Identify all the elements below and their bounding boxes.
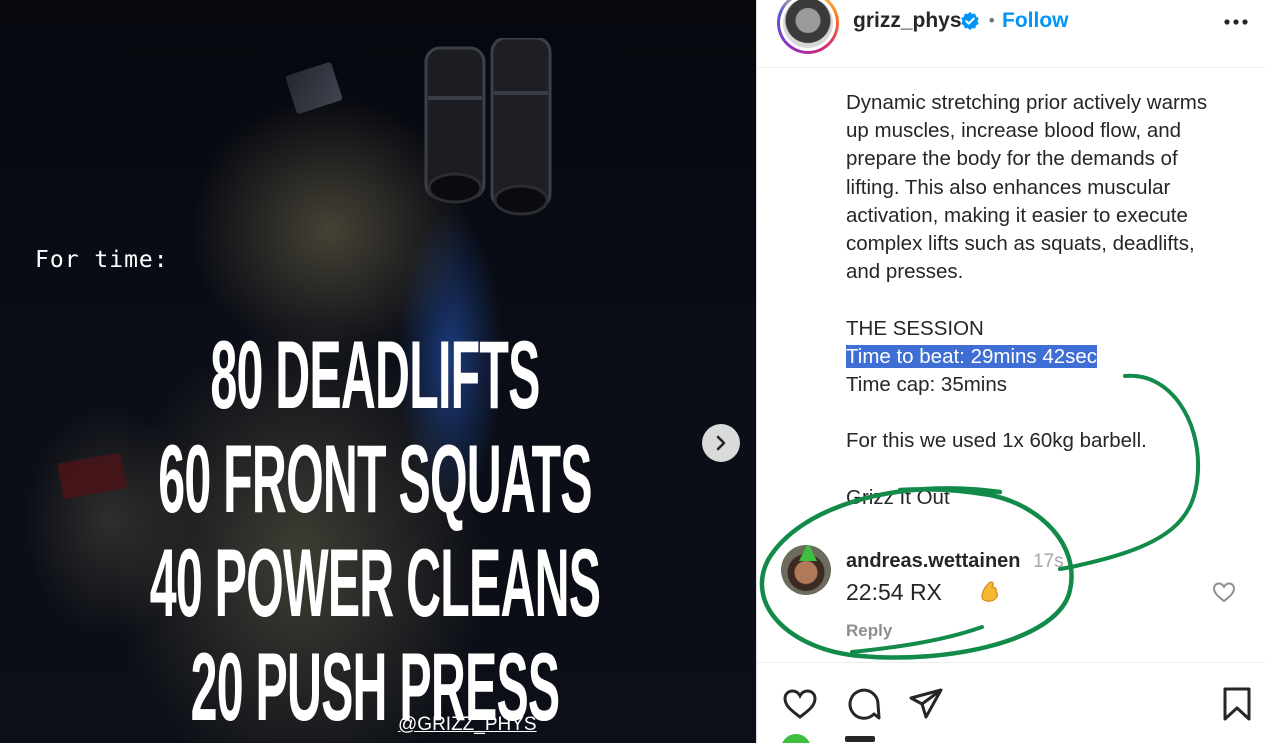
caption-line: prepare the body for the demands of: [846, 147, 1178, 171]
chevron-right-icon: [716, 435, 726, 451]
party-hat-graphic: [799, 545, 817, 561]
follow-button[interactable]: Follow: [1002, 9, 1069, 33]
heart-icon[interactable]: [781, 685, 819, 723]
verified-badge-icon: [961, 12, 979, 30]
caption-line: activation, making it easier to execute: [846, 203, 1188, 227]
comment-like-icon[interactable]: [1211, 579, 1237, 605]
separator-dot: •: [987, 11, 997, 30]
comment-text: 22:54 RX: [846, 579, 942, 605]
more-options-icon[interactable]: [1223, 12, 1249, 32]
time-cap-line: Time cap: 35mins: [846, 373, 1008, 397]
workout-list: 80 DEADLIFTS 60 FRONT SQUATS 40 POWER CL…: [0, 323, 756, 742]
post-caption: Dynamic stretching prior actively warms …: [846, 89, 1246, 512]
comment-item: andreas.wettainen 17s 22:54 RX Reply: [781, 545, 1251, 655]
overlay-intro-text: For time:: [35, 247, 169, 273]
signoff-line: Grizz It Out: [846, 485, 950, 509]
comment-icon[interactable]: [845, 685, 883, 723]
commenter-username[interactable]: andreas.wettainen: [846, 550, 1021, 573]
equipment-line: For this we used 1x 60kg barbell.: [846, 429, 1147, 453]
post-image[interactable]: For time: 80 DEADLIFTS 60 FRONT SQUATS 4…: [0, 0, 756, 743]
profile-username[interactable]: grizz_phys: [853, 9, 962, 33]
comment-timestamp[interactable]: 17s: [1033, 551, 1064, 573]
flexed-biceps-icon: [981, 581, 998, 602]
highlighted-time-to-beat: Time to beat: 29mins 42sec: [846, 344, 1098, 368]
session-heading: THE SESSION: [846, 316, 984, 340]
image-handle-text: @GRIZZ_PHYS: [398, 714, 537, 735]
commenter-avatar[interactable]: [781, 545, 831, 595]
flag-patch-graphic: [284, 61, 344, 115]
avatar: [783, 0, 833, 48]
night-vision-goggles-graphic: [424, 38, 552, 216]
post-header: grizz_phys • Follow: [757, 0, 1266, 68]
caption-line: up muscles, increase blood flow, and: [846, 119, 1182, 143]
next-row-text-stub: [845, 736, 875, 742]
profile-avatar-ring[interactable]: [777, 0, 839, 54]
caption-line: and presses.: [846, 260, 964, 284]
reply-button[interactable]: Reply: [846, 621, 892, 641]
bookmark-icon[interactable]: [1218, 685, 1256, 723]
share-icon[interactable]: [907, 685, 945, 723]
next-slide-button[interactable]: [702, 424, 740, 462]
instagram-post-view: For time: 80 DEADLIFTS 60 FRONT SQUATS 4…: [0, 0, 1266, 743]
caption-line: lifting. This also enhances muscular: [846, 175, 1171, 199]
workout-line: 20 PUSH PRESS: [190, 634, 561, 742]
post-actions-bar: [757, 662, 1266, 743]
caption-line: Dynamic stretching prior actively warms: [846, 91, 1208, 114]
caption-line: complex lifts such as squats, deadlifts,: [846, 232, 1195, 256]
post-sidebar: grizz_phys • Follow Dynamic stretching p…: [756, 0, 1266, 743]
